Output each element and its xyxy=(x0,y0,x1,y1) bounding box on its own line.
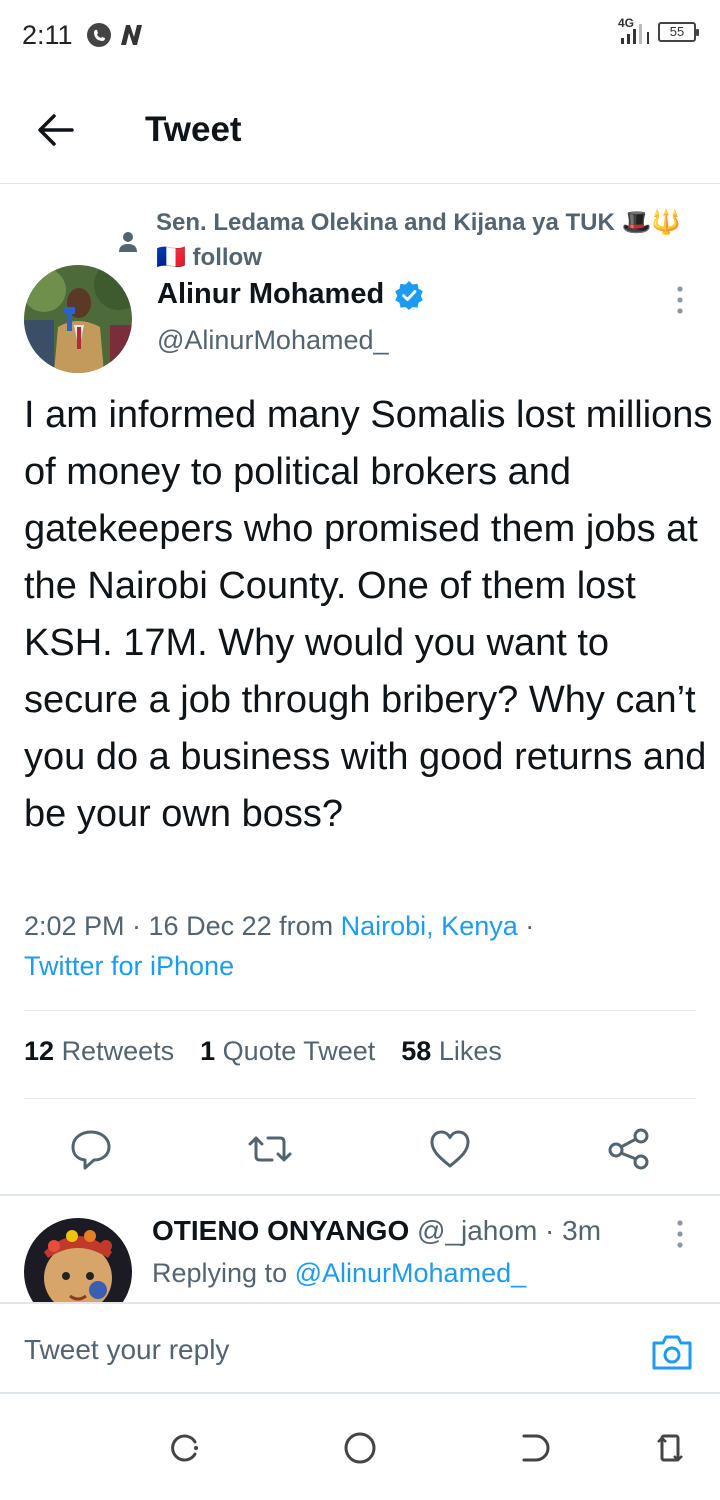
author-handle[interactable]: @AlinurMohamed_ xyxy=(157,325,389,356)
tweet-location-link[interactable]: Nairobi, Kenya xyxy=(341,911,518,941)
back-nav-icon xyxy=(522,1434,550,1462)
replying-to-link[interactable]: @AlinurMohamed_ xyxy=(295,1258,527,1288)
camera-icon xyxy=(652,1335,692,1370)
quotes-stat[interactable]: 1 Quote Tweet xyxy=(200,1036,375,1067)
rotate-button[interactable] xyxy=(652,1430,688,1466)
signal-icon: 4G xyxy=(618,16,652,46)
likes-stat[interactable]: 58 Likes xyxy=(401,1036,502,1067)
tweet-stats: 12 Retweets 1 Quote Tweet 58 Likes xyxy=(24,1036,502,1067)
tweet-metadata: 2:02 PM · 16 Dec 22 from Nairobi, Kenya … xyxy=(24,906,704,986)
reply-author-handle-time: @_jahom · 3m xyxy=(417,1215,602,1246)
share-icon xyxy=(608,1128,649,1170)
whatsapp-icon xyxy=(87,23,111,47)
retweet-button[interactable] xyxy=(245,1124,295,1174)
arrow-left-icon xyxy=(38,114,74,146)
back-button[interactable] xyxy=(32,106,80,154)
news-icon xyxy=(121,25,142,45)
retweet-icon xyxy=(248,1136,292,1162)
top-app-bar: Tweet xyxy=(0,76,720,184)
like-button[interactable] xyxy=(425,1124,475,1174)
back-nav-button[interactable] xyxy=(516,1430,552,1466)
author-name-row[interactable]: Alinur Mohamed xyxy=(157,278,424,311)
replying-to: Replying to @AlinurMohamed_ xyxy=(152,1258,526,1289)
battery-icon: 55 xyxy=(658,22,699,42)
tweet-more-button[interactable] xyxy=(666,282,694,318)
likes-count: 58 xyxy=(401,1036,432,1066)
reply-input[interactable] xyxy=(24,1334,604,1366)
verified-badge-icon xyxy=(395,280,423,310)
status-time: 2:11 xyxy=(22,20,73,50)
reply-more-button[interactable] xyxy=(666,1216,694,1252)
assistant-button[interactable] xyxy=(167,1430,203,1466)
likes-label: Likes xyxy=(438,1036,502,1066)
quotes-label: Quote Tweet xyxy=(222,1036,376,1066)
reply-compose-bar xyxy=(0,1302,720,1394)
tweet-source-link[interactable]: Twitter for iPhone xyxy=(24,951,234,981)
rotate-screen-icon xyxy=(657,1434,683,1462)
divider xyxy=(24,1098,696,1099)
home-button[interactable] xyxy=(342,1430,378,1466)
tweet-text: I am informed many Somalis lost millions… xyxy=(24,394,713,835)
reply-icon xyxy=(71,1130,111,1170)
retweets-stat[interactable]: 12 Retweets xyxy=(24,1036,174,1067)
meta-separator: · xyxy=(517,911,535,941)
tweet-action-bar xyxy=(0,1118,720,1178)
reply-author-avatar[interactable] xyxy=(24,1218,132,1302)
reply-tweet[interactable]: OTIENO ONYANGO @_jahom · 3m Replying to … xyxy=(0,1196,720,1302)
page-title: Tweet xyxy=(145,110,242,149)
assistant-icon xyxy=(171,1434,198,1462)
replying-to-label: Replying to xyxy=(152,1258,295,1288)
divider xyxy=(24,1010,696,1011)
tweet-timestamp: 2:02 PM · 16 Dec 22 from xyxy=(24,911,341,941)
author-avatar[interactable] xyxy=(24,265,132,373)
reply-header: OTIENO ONYANGO @_jahom · 3m xyxy=(152,1215,601,1247)
social-context-text: Sen. Ledama Olekina and Kijana ya TUK 🎩🔱… xyxy=(156,209,682,271)
more-vertical-icon xyxy=(677,286,683,314)
share-button[interactable] xyxy=(604,1124,654,1174)
reply-button[interactable] xyxy=(66,1124,116,1174)
person-icon xyxy=(119,232,137,252)
reply-author-name[interactable]: OTIENO ONYANGO xyxy=(152,1215,409,1246)
system-navigation-bar xyxy=(0,1396,720,1500)
more-vertical-icon xyxy=(677,1220,683,1248)
status-bar: 2:11 4G 55 xyxy=(0,0,720,76)
notification-icons xyxy=(86,22,146,48)
heart-icon xyxy=(430,1130,470,1168)
system-indicators: 4G 55 xyxy=(618,16,699,46)
home-circle-icon xyxy=(344,1432,376,1464)
camera-button[interactable] xyxy=(650,1332,694,1372)
quotes-count: 1 xyxy=(200,1036,216,1066)
author-name: Alinur Mohamed xyxy=(157,278,385,310)
retweets-count: 12 xyxy=(24,1036,55,1066)
retweets-label: Retweets xyxy=(61,1036,175,1066)
